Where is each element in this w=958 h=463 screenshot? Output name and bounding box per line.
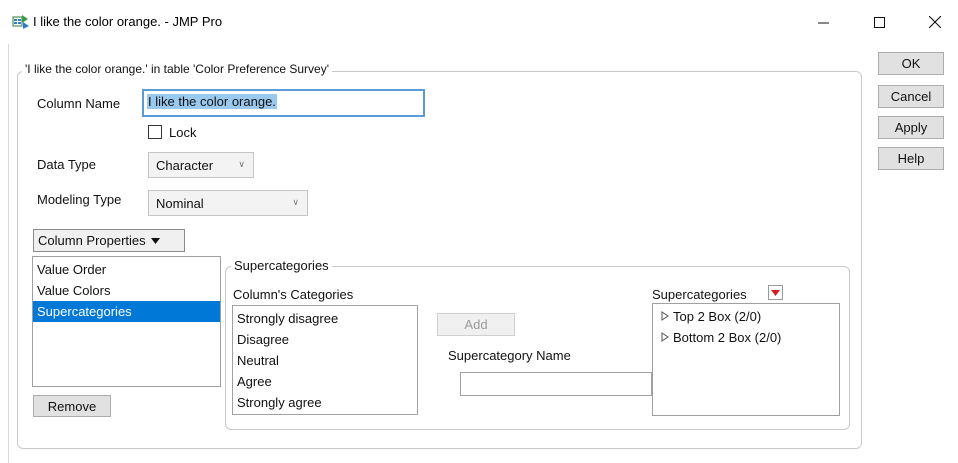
category-item[interactable]: Strongly disagree bbox=[233, 308, 417, 329]
supercategories-header: Supercategories bbox=[652, 287, 747, 302]
supercategory-item[interactable]: Top 2 Box (2/0) bbox=[653, 306, 839, 327]
supercategory-name-label: Supercategory Name bbox=[448, 348, 571, 363]
modeling-type-value: Nominal bbox=[156, 195, 204, 211]
supercategory-name-input[interactable] bbox=[460, 372, 652, 396]
minimize-button[interactable] bbox=[800, 0, 846, 44]
lock-checkbox[interactable] bbox=[148, 125, 162, 139]
modeling-type-select[interactable]: Nominal ∨ bbox=[148, 190, 308, 216]
ok-button[interactable]: OK bbox=[878, 52, 944, 75]
jmp-app-icon bbox=[12, 13, 30, 29]
column-properties-label: Column Properties bbox=[38, 233, 146, 248]
property-value-order[interactable]: Value Order bbox=[33, 259, 220, 280]
categories-list[interactable]: Strongly disagree Disagree Neutral Agree… bbox=[232, 305, 418, 415]
data-type-label: Data Type bbox=[37, 157, 97, 172]
disclosure-triangle-icon[interactable] bbox=[661, 332, 669, 342]
supercategories-legend: Supercategories bbox=[231, 258, 332, 273]
cancel-button[interactable]: Cancel bbox=[878, 85, 944, 108]
category-item[interactable]: Disagree bbox=[233, 329, 417, 350]
column-name-label: Column Name bbox=[37, 96, 121, 111]
chevron-down-icon: ∨ bbox=[292, 197, 299, 207]
column-name-input[interactable]: I like the color orange. bbox=[142, 89, 425, 117]
data-type-select[interactable]: Character ∨ bbox=[148, 152, 254, 178]
lock-label: Lock bbox=[169, 125, 197, 140]
data-type-value: Character bbox=[156, 157, 214, 173]
category-item[interactable]: Strongly agree bbox=[233, 392, 417, 413]
remove-button[interactable]: Remove bbox=[33, 395, 111, 417]
disclosure-triangle-icon[interactable] bbox=[661, 311, 669, 321]
column-info-legend: 'I like the color orange.' in table 'Col… bbox=[22, 62, 332, 76]
chevron-down-icon: ∨ bbox=[238, 159, 245, 169]
title-bar: I like the color orange. - JMP Pro bbox=[0, 0, 958, 44]
column-properties-button[interactable]: Column Properties bbox=[33, 229, 185, 252]
supercategory-item[interactable]: Bottom 2 Box (2/0) bbox=[653, 327, 839, 348]
supercategories-list[interactable]: Top 2 Box (2/0) Bottom 2 Box (2/0) bbox=[652, 303, 840, 416]
red-triangle-menu-icon[interactable] bbox=[768, 285, 783, 300]
maximize-icon bbox=[873, 16, 885, 28]
supercategory-label: Top 2 Box (2/0) bbox=[673, 309, 762, 324]
maximize-button[interactable] bbox=[856, 0, 902, 44]
property-value-colors[interactable]: Value Colors bbox=[33, 280, 220, 301]
column-properties-list[interactable]: Value Order Value Colors Supercategories bbox=[32, 256, 221, 387]
category-item[interactable]: Agree bbox=[233, 371, 417, 392]
category-item[interactable]: Neutral bbox=[233, 350, 417, 371]
close-icon bbox=[929, 16, 941, 28]
dropdown-arrow-icon bbox=[150, 237, 160, 244]
help-button[interactable]: Help bbox=[878, 147, 944, 170]
column-name-value: I like the color orange. bbox=[147, 94, 277, 109]
property-supercategories[interactable]: Supercategories bbox=[33, 301, 220, 322]
minimize-icon bbox=[817, 22, 829, 23]
add-button[interactable]: Add bbox=[437, 313, 515, 336]
supercategory-label: Bottom 2 Box (2/0) bbox=[673, 330, 782, 345]
apply-button[interactable]: Apply bbox=[878, 116, 944, 139]
close-button[interactable] bbox=[912, 0, 958, 44]
categories-header: Column's Categories bbox=[233, 287, 354, 302]
modeling-type-label: Modeling Type bbox=[37, 192, 122, 207]
window-title: I like the color orange. - JMP Pro bbox=[33, 14, 223, 29]
